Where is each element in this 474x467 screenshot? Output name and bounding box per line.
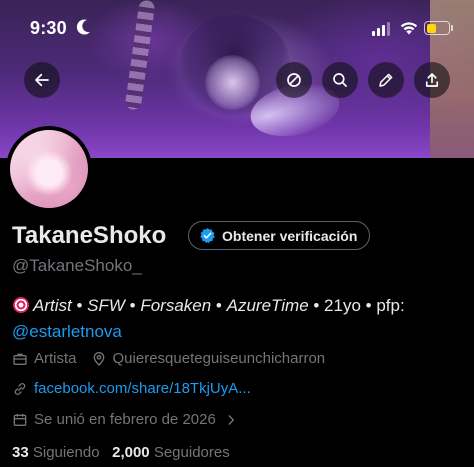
- get-verified-label: Obtener verificación: [222, 227, 358, 244]
- pencil-icon: [379, 73, 393, 87]
- circle-slash-icon: [287, 73, 301, 87]
- followers-link[interactable]: 2,000 Seguidores: [112, 444, 230, 461]
- chevron-right-icon: [228, 414, 234, 425]
- block-mute-button[interactable]: [276, 62, 312, 98]
- bio-separator: •: [211, 296, 227, 315]
- cellular-signal-icon: [372, 22, 390, 36]
- followers-count: 2,000: [112, 444, 150, 461]
- search-icon: [333, 73, 347, 87]
- followers-label: Seguidores: [153, 444, 230, 461]
- battery-tip: [451, 25, 453, 31]
- profile-location: Quieresqueteguiseunchicharron: [112, 350, 326, 367]
- bio-tag-forsaken: Forsaken: [140, 296, 212, 315]
- briefcase-icon: [13, 353, 27, 365]
- bio-tag-azuretime: AzureTime: [226, 296, 309, 315]
- get-verified-button[interactable]: Obtener verificación: [188, 221, 371, 250]
- back-button[interactable]: [24, 62, 60, 98]
- avatar-image: [10, 130, 88, 208]
- bio-mention-link[interactable]: @estarletnova: [12, 322, 122, 341]
- verified-badge-icon: [200, 228, 215, 243]
- location-pin-icon: [93, 351, 104, 366]
- user-handle: @TakaneShoko_: [12, 256, 142, 275]
- arrow-left-icon: [35, 73, 49, 87]
- follow-counts: 33 Siguiendo 2,000 Seguidores: [12, 444, 230, 461]
- battery-level-fill: [426, 23, 436, 33]
- search-button[interactable]: [322, 62, 358, 98]
- profile-website-link[interactable]: facebook.com/share/18TkjUyA...: [34, 380, 251, 397]
- bio-separator: •: [71, 296, 88, 315]
- moon-icon: [76, 19, 90, 35]
- profile-avatar[interactable]: [6, 126, 92, 212]
- status-time: 9:30: [30, 18, 67, 38]
- bio-tag-sfw: SFW: [87, 296, 125, 315]
- wifi-icon: [400, 22, 418, 35]
- profile-meta-row: Artista Quieresqueteguiseunchicharron: [12, 350, 325, 367]
- share-upload-icon: [425, 73, 439, 87]
- profile-joined-row[interactable]: Se unió en febrero de 2026: [12, 411, 238, 428]
- profile-category: Artista: [34, 350, 77, 367]
- link-icon: [14, 382, 26, 395]
- edit-button[interactable]: [368, 62, 404, 98]
- following-link[interactable]: 33 Siguiendo: [12, 444, 100, 461]
- profile-joined-date: Se unió en febrero de 2026: [34, 411, 216, 428]
- following-label: Siguiendo: [32, 444, 100, 461]
- profile-link-row: facebook.com/share/18TkjUyA...: [12, 380, 251, 397]
- display-name: TakaneShoko: [12, 222, 167, 249]
- bio-tag-artist: Artist: [33, 296, 72, 315]
- sparkle-flower-emoji-icon: [12, 296, 30, 314]
- bio-age-pfp: • 21yo • pfp:: [308, 296, 405, 315]
- status-bar: 9:30: [0, 0, 474, 44]
- battery-icon: [424, 21, 450, 35]
- calendar-icon: [13, 413, 27, 426]
- banner-face-art: [205, 55, 260, 110]
- profile-bio: Artist • SFW • Forsaken • AzureTime • 21…: [12, 293, 462, 345]
- share-button[interactable]: [414, 62, 450, 98]
- bio-separator: •: [124, 296, 141, 315]
- following-count: 33: [12, 444, 29, 461]
